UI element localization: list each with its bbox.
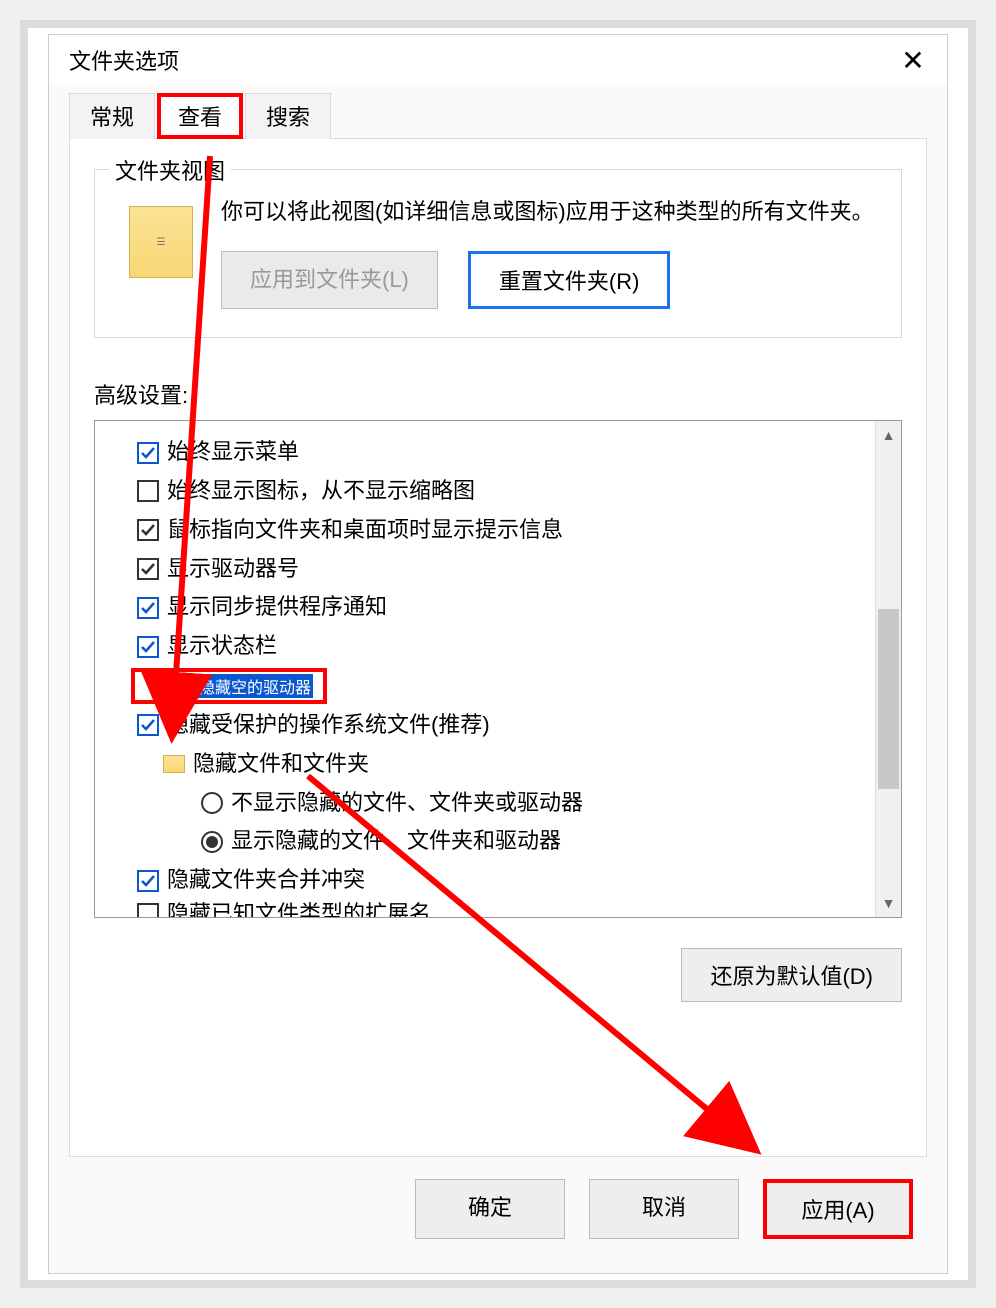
list-item[interactable]: 隐藏已知文件类型的扩展名	[101, 900, 867, 917]
ok-label: 确定	[468, 1195, 512, 1220]
folder-views-group: 文件夹视图 ☰ 你可以将此视图(如详细信息或图标)应用于这种类型的所有文件夹。 …	[94, 169, 902, 338]
advanced-settings-list[interactable]: 始终显示菜单始终显示图标，从不显示缩略图鼠标指向文件夹和桌面项时显示提示信息显示…	[94, 420, 902, 918]
list-item[interactable]: 隐藏文件和文件夹	[101, 745, 867, 784]
restore-defaults-label: 还原为默认值(D)	[710, 964, 873, 989]
titlebar: 文件夹选项 ✕	[49, 35, 947, 85]
restore-defaults-button[interactable]: 还原为默认值(D)	[681, 948, 902, 1002]
checkbox-icon[interactable]	[137, 519, 159, 541]
scroll-up-icon[interactable]: ▲	[876, 421, 901, 449]
list-item-highlighted[interactable]: 隐藏空的驱动器	[131, 668, 327, 704]
list-item[interactable]: 鼠标指向文件夹和桌面项时显示提示信息	[101, 511, 867, 550]
scroll-thumb[interactable]	[878, 609, 899, 789]
ok-button[interactable]: 确定	[415, 1179, 565, 1239]
list-item-label: 不显示隐藏的文件、文件夹或驱动器	[231, 788, 583, 819]
tab-panel: 文件夹视图 ☰ 你可以将此视图(如详细信息或图标)应用于这种类型的所有文件夹。 …	[69, 138, 927, 1157]
cancel-label: 取消	[642, 1195, 686, 1220]
radio-icon[interactable]	[201, 831, 223, 853]
tab-view-label: 查看	[178, 105, 222, 130]
list-item-label: 隐藏文件夹合并冲突	[167, 865, 365, 896]
advanced-label: 高级设置:	[94, 378, 902, 410]
scrollbar[interactable]: ▲ ▼	[875, 421, 901, 917]
apply-to-folders-label: 应用到文件夹(L)	[250, 267, 409, 292]
list-item-label: 隐藏空的驱动器	[197, 674, 313, 698]
list-item[interactable]: 隐藏文件夹合并冲突	[101, 861, 867, 900]
list-item-label: 显示驱动器号	[167, 554, 299, 585]
checkbox-icon[interactable]	[137, 870, 159, 892]
list-item[interactable]: 始终显示图标，从不显示缩略图	[101, 472, 867, 511]
apply-label: 应用(A)	[801, 1198, 874, 1223]
list-item-label: 始终显示菜单	[167, 437, 299, 468]
tabs: 常规 查看 搜索	[69, 93, 927, 139]
list-item[interactable]: 始终显示菜单	[101, 433, 867, 472]
list-item[interactable]: 隐藏受保护的操作系统文件(推荐)	[101, 706, 867, 745]
list-item[interactable]: 显示隐藏的文件、文件夹和驱动器	[101, 822, 867, 861]
apply-to-folders-button[interactable]: 应用到文件夹(L)	[221, 251, 438, 309]
scroll-down-icon[interactable]: ▼	[876, 889, 901, 917]
checkbox-icon[interactable]	[165, 675, 187, 697]
close-button[interactable]: ✕	[891, 38, 935, 82]
list-item-label: 显示状态栏	[167, 631, 277, 662]
checkbox-icon[interactable]	[137, 480, 159, 502]
group-legend: 文件夹视图	[109, 154, 231, 186]
folder-views-text: 你可以将此视图(如详细信息或图标)应用于这种类型的所有文件夹。	[221, 194, 881, 229]
tab-general-label: 常规	[90, 105, 134, 130]
folder-options-dialog: 文件夹选项 ✕ 常规 查看 搜索 文件夹视图 ☰ 你可以将此视图(如详细信息	[48, 34, 948, 1274]
cancel-button[interactable]: 取消	[589, 1179, 739, 1239]
list-item[interactable]: 不显示隐藏的文件、文件夹或驱动器	[101, 784, 867, 823]
checkbox-icon[interactable]	[137, 903, 159, 917]
tab-search[interactable]: 搜索	[245, 93, 331, 139]
list-item-label: 隐藏已知文件类型的扩展名	[167, 900, 431, 917]
tab-view[interactable]: 查看	[157, 93, 243, 139]
list-item-label: 显示隐藏的文件、文件夹和驱动器	[231, 826, 561, 857]
list-item[interactable]: 显示状态栏	[101, 627, 867, 666]
list-item-label: 鼠标指向文件夹和桌面项时显示提示信息	[167, 515, 563, 546]
reset-folders-label: 重置文件夹(R)	[499, 269, 640, 294]
list-item[interactable]: 显示驱动器号	[101, 550, 867, 589]
dialog-footer: 确定 取消 应用(A)	[69, 1157, 927, 1253]
tab-search-label: 搜索	[266, 105, 310, 130]
list-item-label: 始终显示图标，从不显示缩略图	[167, 476, 475, 507]
radio-icon[interactable]	[201, 792, 223, 814]
folder-icon: ☰	[129, 206, 193, 278]
folder-mini-icon	[163, 755, 185, 773]
list-item-label: 显示同步提供程序通知	[167, 592, 387, 623]
checkbox-icon[interactable]	[137, 714, 159, 736]
list-item-label: 隐藏受保护的操作系统文件(推荐)	[167, 710, 490, 741]
scroll-track[interactable]	[876, 449, 901, 889]
apply-button[interactable]: 应用(A)	[763, 1179, 913, 1239]
tab-general[interactable]: 常规	[69, 93, 155, 139]
window-title: 文件夹选项	[69, 44, 891, 76]
checkbox-icon[interactable]	[137, 636, 159, 658]
checkbox-icon[interactable]	[137, 597, 159, 619]
list-item-label: 隐藏文件和文件夹	[193, 749, 369, 780]
checkbox-icon[interactable]	[137, 558, 159, 580]
list-item[interactable]: 显示同步提供程序通知	[101, 588, 867, 627]
reset-folders-button[interactable]: 重置文件夹(R)	[468, 251, 671, 309]
close-icon: ✕	[901, 44, 924, 77]
checkbox-icon[interactable]	[137, 442, 159, 464]
